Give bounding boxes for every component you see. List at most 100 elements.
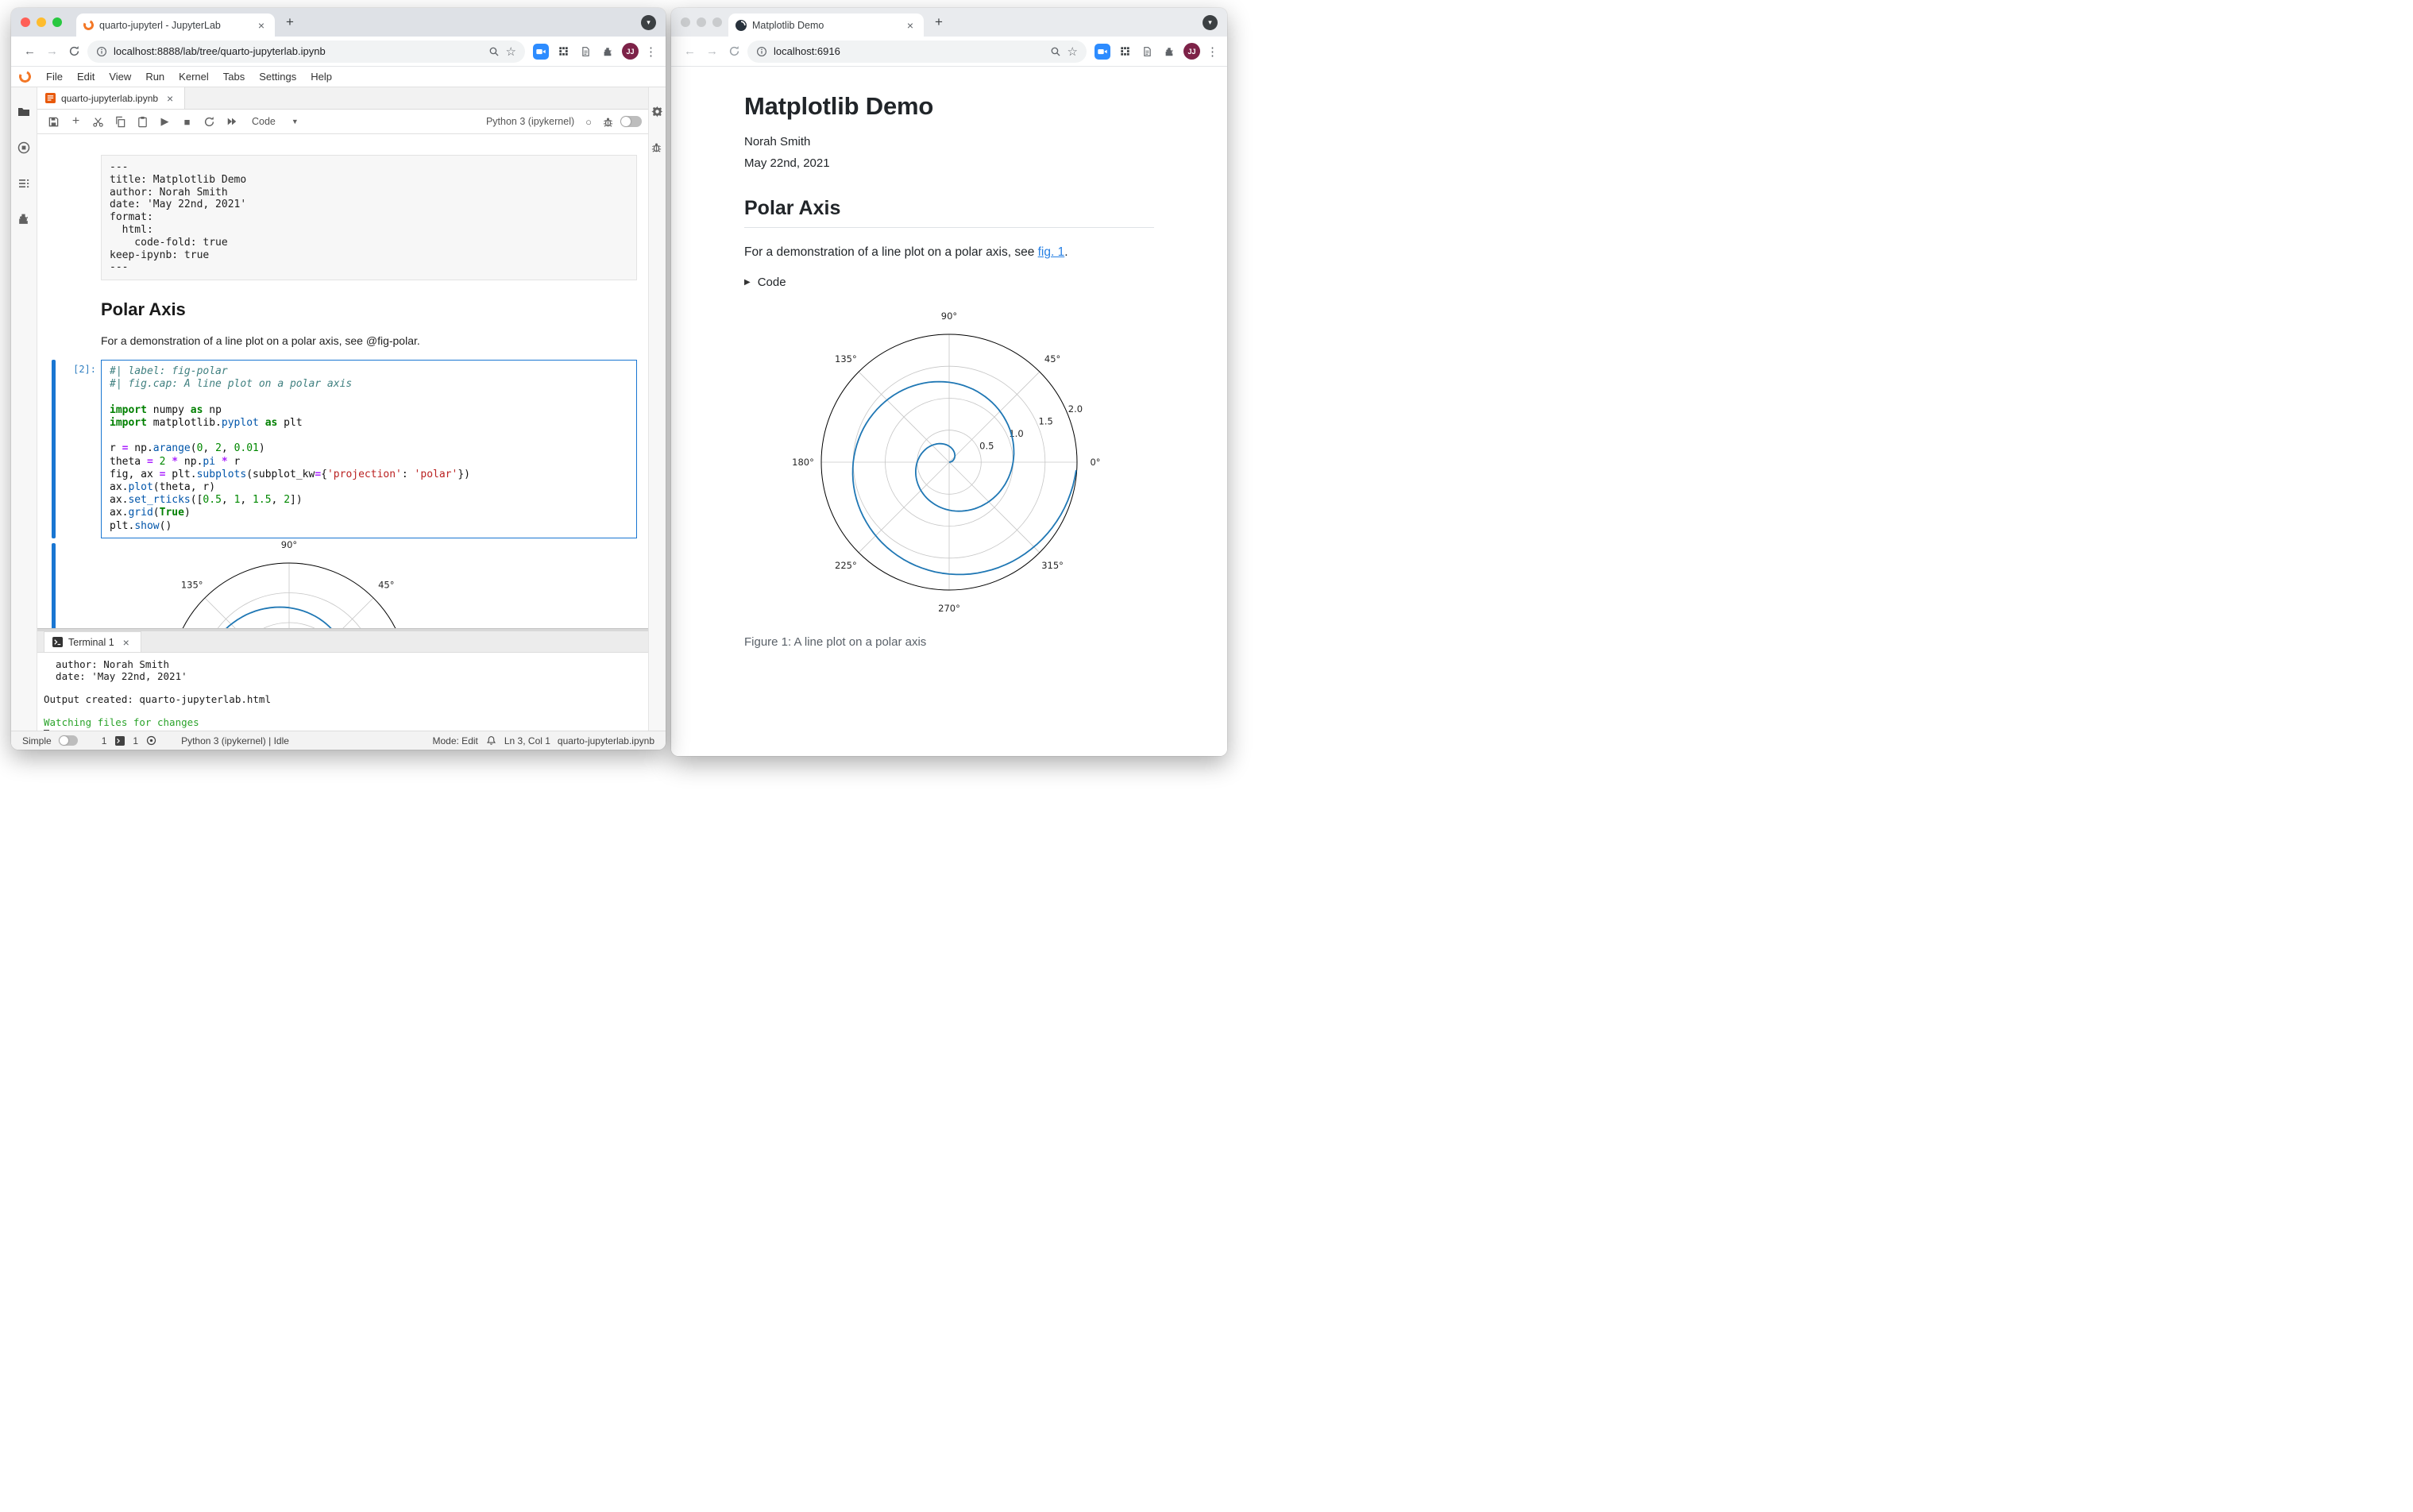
- property-inspector-gear-icon[interactable]: [651, 105, 665, 119]
- add-cell-button[interactable]: +: [66, 113, 86, 130]
- svg-text:2.0: 2.0: [1068, 403, 1083, 415]
- reload-button[interactable]: [65, 42, 83, 61]
- kernels-count[interactable]: 1: [133, 735, 138, 746]
- menubar-item-tabs[interactable]: Tabs: [216, 71, 252, 83]
- run-cell-button[interactable]: ▶: [155, 113, 175, 130]
- paste-cells-button[interactable]: [133, 113, 153, 130]
- menubar-item-edit[interactable]: Edit: [70, 71, 102, 83]
- extension-manager-icon[interactable]: [17, 212, 31, 226]
- puzzle-extensions-icon[interactable]: [600, 44, 616, 60]
- kernel-status-text[interactable]: Python 3 (ipykernel) | Idle: [181, 735, 289, 746]
- restart-kernel-button[interactable]: [199, 113, 219, 130]
- search-icon[interactable]: [488, 46, 500, 57]
- minimize-window-button[interactable]: [37, 17, 46, 27]
- markdown-heading: Polar Axis: [101, 299, 186, 320]
- zoom-extension-icon[interactable]: [533, 43, 549, 60]
- kernels-count-icon[interactable]: [145, 735, 157, 746]
- chevron-down-icon: ▼: [291, 118, 299, 125]
- markdown-rendered-cell[interactable]: Polar Axis For a demonstration of a line…: [101, 293, 637, 347]
- file-browser-icon[interactable]: [17, 105, 31, 119]
- new-tab-button[interactable]: +: [280, 12, 300, 33]
- kernel-status-icon[interactable]: ○: [581, 116, 596, 128]
- tab-search-button[interactable]: ▾: [1203, 15, 1218, 30]
- bookmark-star-icon[interactable]: ☆: [1068, 44, 1078, 59]
- zoom-extension-icon[interactable]: [1095, 43, 1110, 60]
- terminal-tab-close-icon[interactable]: ×: [120, 636, 133, 649]
- browser-tab-jupyterlab[interactable]: quarto-jupyterl - JupyterLab ×: [76, 14, 275, 37]
- paragraph-text: .: [1064, 245, 1068, 259]
- menubar-item-file[interactable]: File: [39, 71, 70, 83]
- new-tab-button[interactable]: +: [929, 12, 949, 33]
- back-button[interactable]: ←: [681, 42, 699, 61]
- document-extension-icon[interactable]: [1139, 44, 1155, 60]
- cut-cells-button[interactable]: [88, 113, 108, 130]
- minimize-window-button[interactable]: [697, 17, 706, 27]
- browser-profile-avatar[interactable]: JJ: [622, 43, 639, 60]
- menubar-item-run[interactable]: Run: [138, 71, 172, 83]
- reload-button[interactable]: [725, 42, 743, 61]
- raw-cell-editor[interactable]: --- title: Matplotlib Demo author: Norah S…: [101, 155, 637, 281]
- browser-tab-matplotlib-demo[interactable]: Matplotlib Demo ×: [728, 14, 924, 37]
- forward-button[interactable]: →: [703, 42, 721, 61]
- notebook-scroll-area[interactable]: --- title: Matplotlib Demo author: Norah S…: [37, 134, 648, 628]
- forward-button[interactable]: →: [43, 42, 61, 61]
- figure-crossreference-link[interactable]: fig. 1: [1038, 245, 1065, 259]
- toolbar-toggle-switch[interactable]: [620, 116, 642, 127]
- terminals-count-icon[interactable]: [114, 735, 125, 746]
- tab-close-icon[interactable]: ×: [255, 19, 268, 32]
- url-omnibox[interactable]: localhost:8888/lab/tree/quarto-jupyterla…: [87, 40, 525, 63]
- browser-menu-kebab-icon[interactable]: ⋮: [1206, 44, 1218, 59]
- terminal-icon: [52, 637, 63, 647]
- browser-menu-kebab-icon[interactable]: ⋮: [645, 44, 657, 59]
- terminal-cursor: [44, 729, 49, 731]
- back-button[interactable]: ←: [21, 42, 39, 61]
- grid-extension-icon[interactable]: [555, 44, 571, 60]
- url-text[interactable]: localhost:6916: [774, 45, 1044, 57]
- save-button[interactable]: [44, 113, 64, 130]
- restart-and-run-all-button[interactable]: [222, 113, 241, 130]
- cell-type-dropdown[interactable]: Code ▼: [244, 116, 307, 127]
- window-controls: [21, 17, 62, 27]
- maximize-window-button[interactable]: [712, 17, 722, 27]
- tab-search-button[interactable]: ▾: [641, 15, 656, 30]
- copy-cells-button[interactable]: [110, 113, 130, 130]
- bookmark-star-icon[interactable]: ☆: [506, 44, 516, 59]
- notebook-tab-close-icon[interactable]: ×: [164, 92, 176, 105]
- cursor-position-indicator[interactable]: Ln 3, Col 1: [504, 735, 550, 746]
- code-fold-disclosure[interactable]: ▶ Code: [744, 276, 1154, 289]
- terminal-output[interactable]: author: Norah Smith date: 'May 22nd, 202…: [37, 653, 648, 731]
- search-icon[interactable]: [1050, 46, 1061, 57]
- browser-profile-avatar[interactable]: JJ: [1183, 43, 1200, 60]
- close-window-button[interactable]: [21, 17, 30, 27]
- close-window-button[interactable]: [681, 17, 690, 27]
- tab-close-icon[interactable]: ×: [904, 19, 917, 32]
- puzzle-extensions-icon[interactable]: [1161, 44, 1177, 60]
- simple-mode-toggle[interactable]: [58, 735, 78, 746]
- url-text[interactable]: localhost:8888/lab/tree/quarto-jupyterla…: [114, 45, 482, 57]
- running-sessions-icon[interactable]: [17, 141, 31, 155]
- grid-extension-icon[interactable]: [1117, 44, 1133, 60]
- markdown-cell-row: Polar Axis For a demonstration of a line…: [37, 293, 637, 347]
- stop-kernel-button[interactable]: ■: [177, 113, 197, 130]
- site-info-icon[interactable]: [96, 46, 107, 57]
- cell-output-row: 0°45°90°135°180°225°270°315°0.51.01.52.0: [37, 539, 637, 628]
- terminals-count[interactable]: 1: [102, 735, 107, 746]
- menubar-item-view[interactable]: View: [102, 71, 138, 83]
- menubar-item-settings[interactable]: Settings: [252, 71, 303, 83]
- terminal-tab[interactable]: Terminal 1 ×: [44, 631, 141, 652]
- svg-text:180°: 180°: [792, 457, 814, 468]
- notebook-tab[interactable]: quarto-jupyterlab.ipynb ×: [37, 87, 186, 109]
- debugger-bug-icon[interactable]: [598, 113, 618, 130]
- kernel-switcher[interactable]: Python 3 (ipykernel): [486, 116, 579, 127]
- menubar-item-kernel[interactable]: Kernel: [172, 71, 216, 83]
- simple-mode-label: Simple: [22, 735, 52, 746]
- maximize-window-button[interactable]: [52, 17, 62, 27]
- debugger-panel-bug-icon[interactable]: [651, 141, 665, 156]
- notifications-bell-icon[interactable]: [485, 735, 497, 746]
- menubar-item-help[interactable]: Help: [303, 71, 339, 83]
- document-extension-icon[interactable]: [577, 44, 593, 60]
- table-of-contents-icon[interactable]: [17, 176, 31, 191]
- site-info-icon[interactable]: [756, 46, 767, 57]
- url-omnibox[interactable]: localhost:6916 ☆: [747, 40, 1087, 63]
- jupyterlab-menubar: File Edit View Run Kernel Tabs Settings Help: [11, 67, 666, 87]
